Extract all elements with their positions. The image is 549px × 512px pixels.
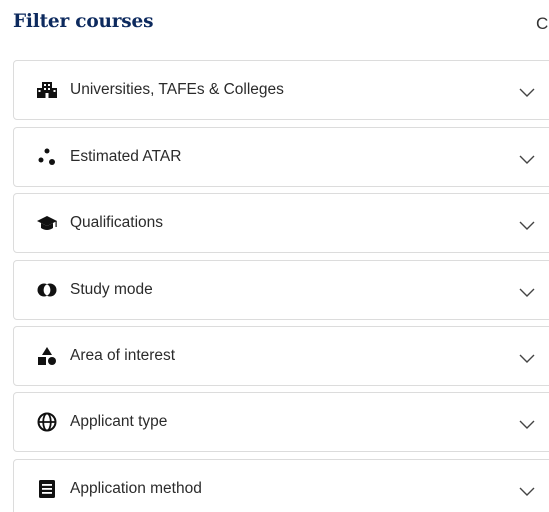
filter-universities[interactable]: Universities, TAFEs & Colleges — [13, 60, 549, 120]
shapes-icon — [37, 346, 57, 366]
filter-label: Universities, TAFEs & Colleges — [70, 81, 284, 98]
filter-label: Study mode — [70, 281, 153, 298]
page-title: Filter courses — [13, 11, 154, 32]
filter-estimated-atar[interactable]: Estimated ATAR — [13, 127, 549, 187]
chevron-down-icon — [519, 285, 535, 297]
filter-applicant-type[interactable]: Applicant type — [13, 392, 549, 452]
globe-icon — [37, 412, 57, 432]
filter-application-method[interactable]: Application method — [13, 459, 549, 512]
filter-label: Area of interest — [70, 347, 176, 364]
chevron-down-icon — [519, 351, 535, 363]
filter-label: Qualifications — [70, 214, 164, 231]
dots-icon — [37, 147, 57, 167]
chevron-down-icon — [519, 484, 535, 496]
chevron-down-icon — [519, 152, 535, 164]
form-icon — [37, 479, 57, 499]
filter-label: Estimated ATAR — [70, 148, 182, 165]
chevron-down-icon — [519, 417, 535, 429]
filter-area-of-interest[interactable]: Area of interest — [13, 326, 549, 386]
filter-label: Applicant type — [70, 413, 168, 430]
building-icon — [37, 80, 57, 100]
overlap-circles-icon — [37, 280, 57, 300]
chevron-down-icon — [519, 218, 535, 230]
graduation-cap-icon — [37, 213, 57, 233]
filter-header: Filter courses C — [0, 0, 549, 50]
clear-filters-button[interactable]: C — [536, 14, 549, 34]
filter-label: Application method — [70, 480, 202, 497]
chevron-down-icon — [519, 85, 535, 97]
filter-qualifications[interactable]: Qualifications — [13, 193, 549, 253]
filter-study-mode[interactable]: Study mode — [13, 260, 549, 320]
